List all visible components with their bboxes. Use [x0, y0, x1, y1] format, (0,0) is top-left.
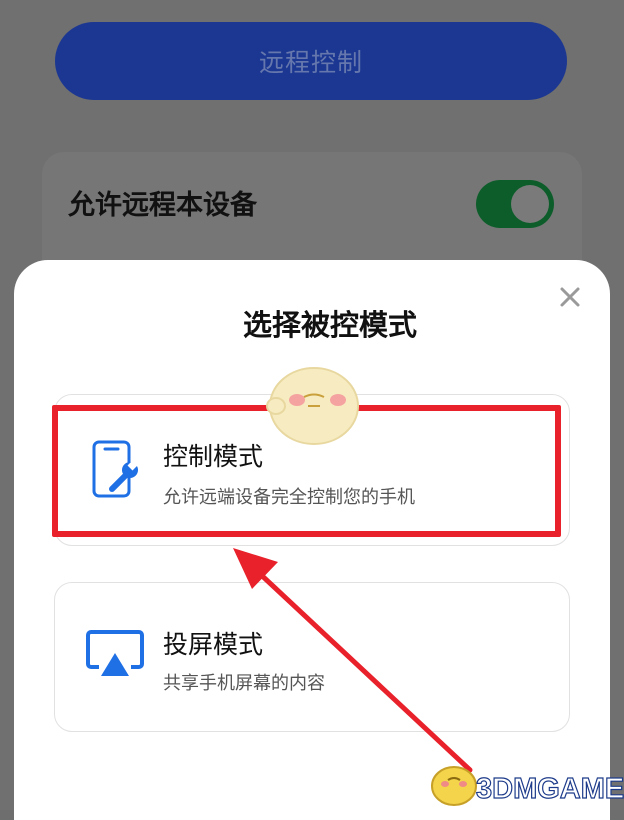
- mascot-sticker-icon: [266, 367, 359, 445]
- watermark-logo-text: 3DMGAME: [475, 772, 624, 805]
- logo-mascot-icon: [431, 766, 477, 806]
